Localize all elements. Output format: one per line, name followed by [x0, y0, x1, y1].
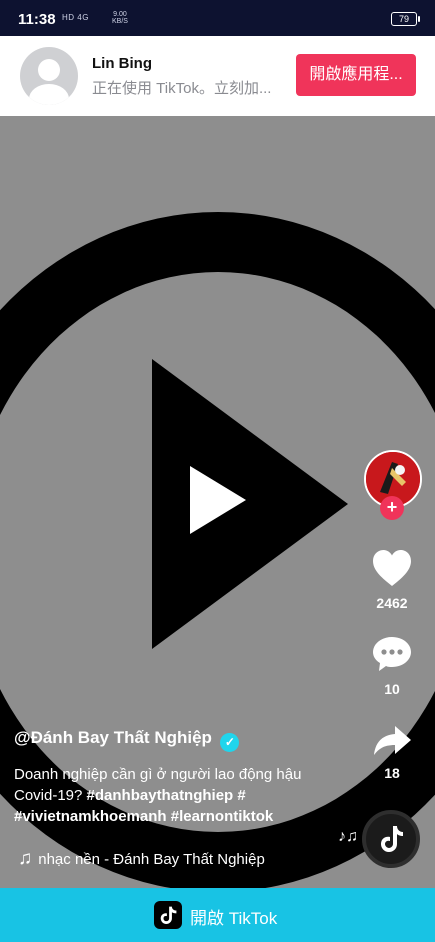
video-thumbnail-triangle	[152, 359, 348, 649]
follow-button[interactable]: +	[380, 496, 404, 520]
open-tiktok-bar[interactable]: 開啟 TikTok	[0, 888, 435, 942]
hashtag[interactable]: #danhbaythatnghiep	[87, 787, 234, 804]
share-button[interactable]: 18	[357, 722, 427, 781]
signal-icon: HD 4G	[62, 13, 89, 22]
verified-icon: ✓	[220, 733, 240, 752]
music-info[interactable]: ♫ nhạc nền - Đánh Bay Thất Nghiệp	[18, 848, 265, 870]
network-speed: 9.00 KB/S	[112, 11, 128, 25]
play-icon[interactable]	[190, 466, 246, 534]
music-disc[interactable]	[362, 810, 420, 868]
like-button[interactable]: 2462	[357, 548, 427, 611]
comment-icon	[373, 637, 411, 671]
author-row: @Đánh Bay Thất Nghiệp ✓	[14, 728, 344, 752]
heart-icon	[373, 550, 411, 586]
tiktok-glyph-icon	[160, 906, 177, 924]
author-name[interactable]: @Đánh Bay Thất Nghiệp	[14, 728, 212, 747]
open-tiktok-label: 開啟 TikTok	[190, 909, 278, 928]
user-icon	[29, 59, 69, 105]
like-count: 2462	[376, 595, 408, 611]
caption-block: @Đánh Bay Thất Nghiệp ✓ Doanh nghiệp cần…	[14, 728, 344, 827]
open-app-banner: Lin Bing 正在使用 TikTok。立刻加... 開啟應用程...	[0, 36, 435, 116]
battery-icon: 79	[391, 12, 420, 26]
music-label: nhạc nền - Đánh Bay Thất Nghiệp	[38, 851, 265, 868]
share-count: 18	[384, 765, 400, 781]
share-icon	[374, 726, 411, 755]
video-player[interactable]: + 2462 10 18 @Đánh Bay Thất Nghiệp ✓ Doa…	[0, 116, 435, 888]
banner-user-name: Lin Bing	[92, 55, 152, 72]
comment-count: 10	[384, 681, 400, 697]
hashtag[interactable]: #learnontiktok	[171, 808, 274, 825]
open-app-button[interactable]: 開啟應用程...	[296, 54, 416, 96]
music-notes-icon: ♪♫	[338, 828, 358, 845]
status-time: 11:38	[18, 11, 56, 28]
hashtag[interactable]: #vivietnamkhoemanh	[14, 808, 167, 825]
tiktok-logo-icon	[381, 826, 403, 852]
banner-subtitle: 正在使用 TikTok。立刻加...	[92, 80, 272, 97]
caption-text: Doanh nghiệp cần gì ở người lao động hậu…	[14, 764, 344, 827]
avatar	[20, 47, 78, 105]
music-note-icon: ♫	[18, 848, 33, 869]
hashtag[interactable]: #	[237, 787, 245, 804]
comment-button[interactable]: 10	[357, 634, 427, 697]
status-bar: 11:38 HD 4G 9.00 KB/S 79	[0, 0, 435, 36]
tiktok-logo-icon	[154, 901, 182, 929]
